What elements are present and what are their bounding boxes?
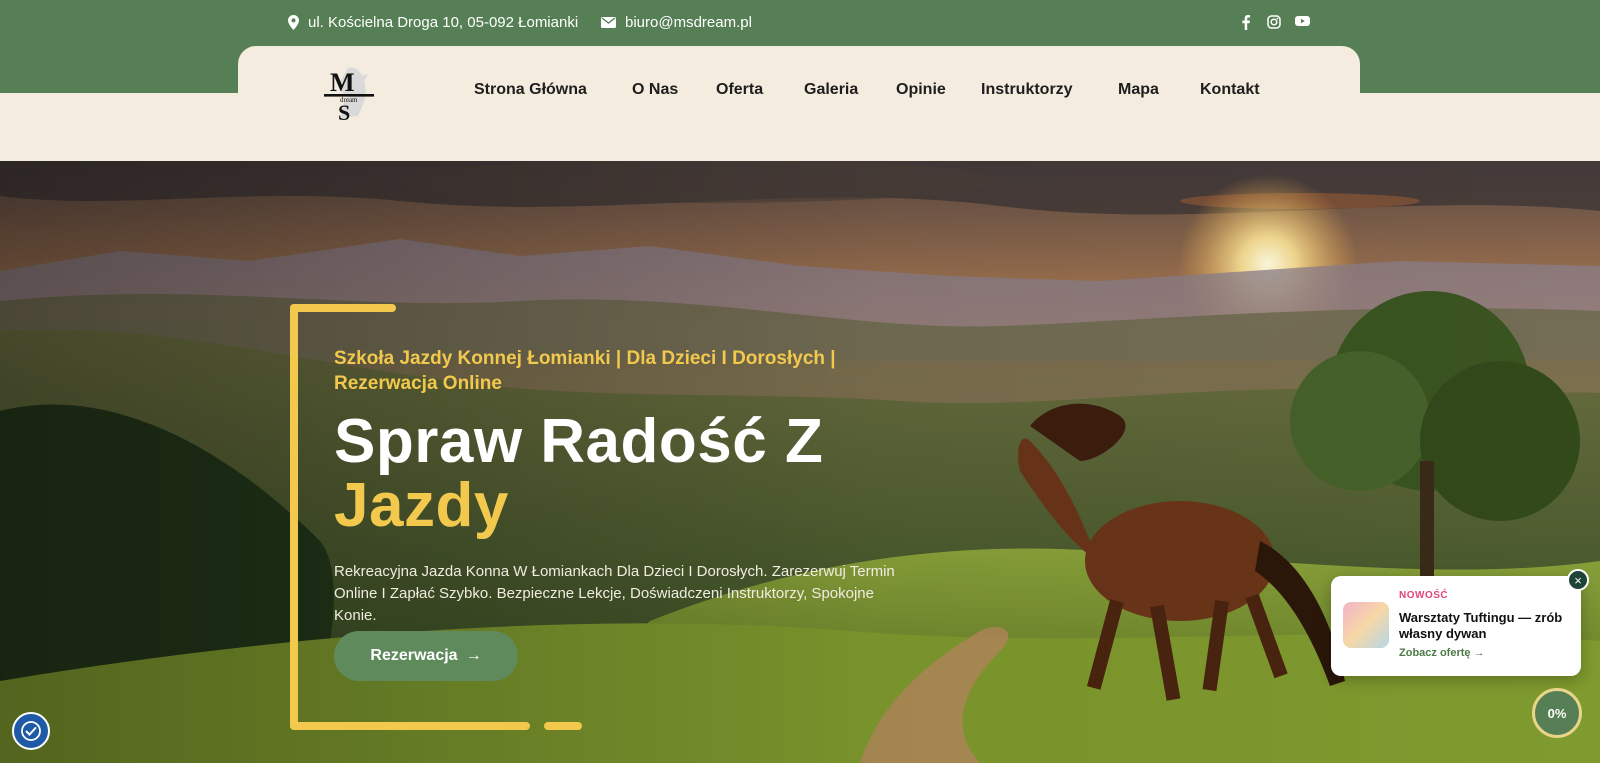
- address-text: ul. Kościelna Droga 10, 05-092 Łomianki: [308, 14, 579, 31]
- mail-icon: [601, 17, 616, 28]
- nav-instruktorzy[interactable]: Instruktorzy: [981, 81, 1073, 99]
- scroll-progress-indicator[interactable]: 0%: [1532, 688, 1582, 738]
- reservation-button-label: Rezerwacja: [370, 647, 458, 664]
- hero-title-line2: Jazdy: [334, 471, 509, 540]
- main-navigation: M dream S Strona Główna O Nas Oferta Gal…: [238, 46, 1360, 161]
- hero-title-line1: Spraw Radość Z: [334, 407, 824, 476]
- promo-thumbnail: [1343, 602, 1389, 648]
- hero-subtitle: Szkoła Jazdy Konnej Łomianki | Dla Dziec…: [334, 348, 836, 394]
- youtube-icon[interactable]: [1295, 15, 1310, 30]
- nav-kontakt[interactable]: Kontakt: [1200, 81, 1260, 99]
- logo-letter-s: S: [338, 100, 350, 122]
- nav-o-nas[interactable]: O Nas: [632, 81, 678, 99]
- nav-strona-glowna[interactable]: Strona Główna: [474, 81, 587, 99]
- promo-title: Warsztaty Tuftingu — zrób własny dywan: [1399, 610, 1563, 641]
- facebook-icon[interactable]: [1242, 15, 1250, 33]
- logo-letter-m: M: [330, 68, 355, 97]
- email-contact[interactable]: biuro@msdream.pl: [601, 14, 752, 31]
- hero-description: Rekreacyjna Jazda Konna W Łomiankach Dla…: [334, 563, 895, 624]
- nav-opinie[interactable]: Opinie: [896, 81, 946, 99]
- email-text[interactable]: biuro@msdream.pl: [625, 14, 752, 31]
- accessibility-icon: [21, 721, 41, 741]
- reservation-button[interactable]: Rezerwacja →: [334, 631, 518, 681]
- promo-popup[interactable]: NOWOŚĆ Warsztaty Tuftingu — zrób własny …: [1331, 576, 1581, 676]
- close-icon[interactable]: ×: [1567, 569, 1589, 591]
- address-contact: ul. Kościelna Droga 10, 05-092 Łomianki: [288, 14, 578, 31]
- site-logo[interactable]: M dream S: [318, 64, 376, 125]
- nav-mapa[interactable]: Mapa: [1118, 81, 1159, 99]
- frame-bottom-accent-short: [544, 722, 582, 730]
- promo-tag: NOWOŚĆ: [1399, 590, 1449, 601]
- hero-title: Spraw Radość Z Jazdy: [334, 410, 823, 538]
- accessibility-button[interactable]: [12, 712, 50, 750]
- arrow-right-icon: →: [465, 647, 482, 664]
- frame-bottom-accent: [290, 722, 530, 730]
- instagram-icon[interactable]: [1267, 15, 1281, 32]
- promo-link[interactable]: Zobacz ofertę →: [1399, 647, 1485, 659]
- frame-left-accent: [290, 304, 298, 730]
- nav-galeria[interactable]: Galeria: [804, 81, 858, 99]
- location-pin-icon: [288, 15, 299, 30]
- nav-oferta[interactable]: Oferta: [716, 81, 763, 99]
- frame-top-accent: [290, 304, 396, 312]
